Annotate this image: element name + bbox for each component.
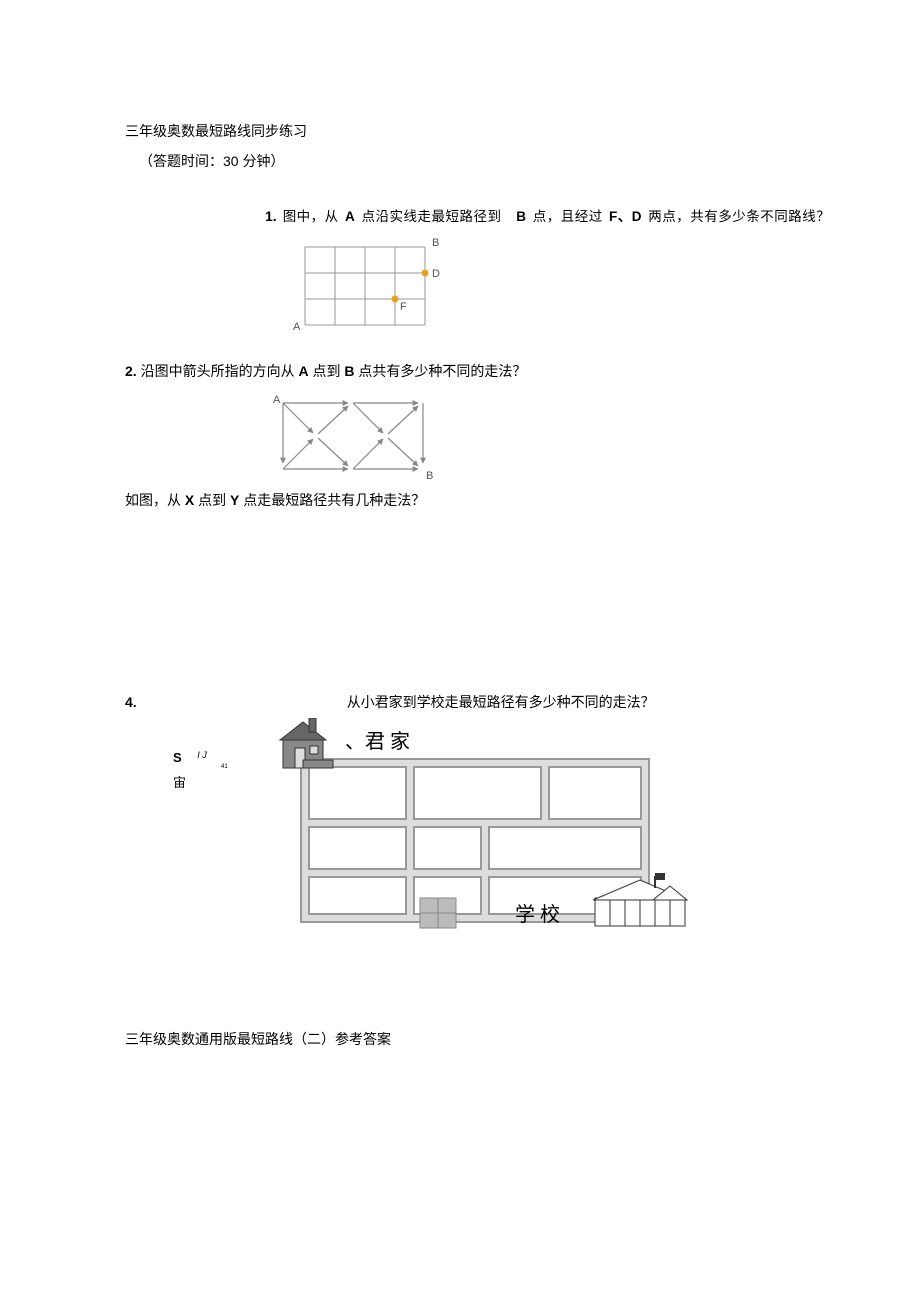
worksheet-subtitle: （答题时间：30 分钟） [125,150,860,172]
q1-grid-diagram: B D F A [285,237,455,332]
q1-label-f: F [400,301,407,313]
q1-t1: 图中，从 [283,209,339,224]
q4-side1c: 41 [221,763,265,773]
question-1-number: 1. [265,205,277,227]
q2-t3: 点共有多少种不同的走法？ [358,363,526,379]
q4-side1b: I J [197,748,207,762]
answer-key-heading: 三年级奥数通用版最短路线（二）参考答案 [125,1028,860,1050]
q4-label-school: 学 校 [515,903,560,926]
q2-a: A [298,363,308,379]
q3-x: X [185,492,194,508]
q1-a: A [345,209,355,224]
q1-label-b: B [432,237,439,249]
home-icon [280,718,333,768]
q4-side1: S [173,748,182,769]
question-3: 如图，从 X 点到 Y 点走最短路径共有几种走法？ [125,489,860,511]
question-1-row: 1. 图中，从 A 点沿实线走最短路径到 B 点，且经过 F、D 两点，共有多少… [125,205,860,228]
q3-t2: 点到 [198,492,226,508]
q1-f: F、D [609,209,642,224]
question-1-text: 图中，从 A 点沿实线走最短路径到 B 点，且经过 F、D 两点，共有多少条不同… [283,206,831,228]
q1-label-a: A [293,321,301,332]
q2-b: B [344,363,354,379]
q2-arrow-diagram: A B [263,393,443,483]
q4-map-diagram: 、君 家 学 校 [265,718,695,938]
q2-label-a: A [273,394,281,406]
q3-y: Y [230,492,239,508]
q1-t2: 点沿实线走最短路径到 [361,209,501,224]
q1-label-d: D [432,268,440,280]
question-4-row: 4. 从小君家到学校走最短路径有多少种不同的走法？ [125,691,860,713]
q4-side-labels: S I J 41 宙 [125,718,265,794]
q4-side2: 宙 [173,773,265,794]
worksheet-title: 三年级奥数最短路线同步练习 [125,120,860,142]
question-4-block: S I J 41 宙 [125,718,860,938]
q4-label-home: 、君 家 [345,730,410,753]
question-2: 2. 沿图中箭头所指的方向从 A 点到 B 点共有多少种不同的走法？ [125,360,860,382]
q3-t1: 如图，从 [125,492,181,508]
q4-text: 从小君家到学校走最短路径有多少种不同的走法？ [347,691,655,713]
school-icon [593,873,687,926]
q2-number: 2. [125,363,137,379]
q1-b: B [516,209,526,224]
q2-t2: 点到 [312,363,340,379]
q3-t3: 点走最短路径共有几种走法？ [243,492,425,508]
q2-t1: 沿图中箭头所指的方向从 [141,363,295,379]
q2-label-b: B [426,470,433,482]
q4-number: 4. [125,691,137,713]
q1-t4: 两点，共有多少条不同路线？ [648,209,830,224]
q1-t3: 点，且经过 [533,209,603,224]
